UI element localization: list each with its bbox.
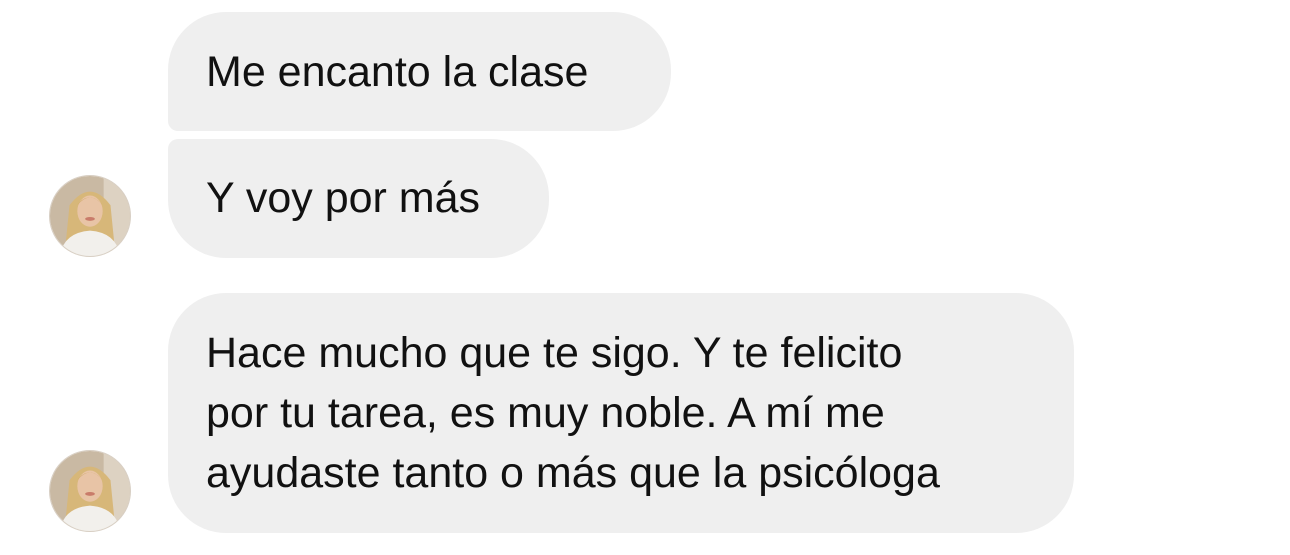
message-text: Y voy por más [206,174,481,222]
avatar-photo-icon [50,176,130,256]
message-bubble-1[interactable]: Me encanto la clase [168,12,671,131]
sender-avatar[interactable] [49,175,131,257]
sender-avatar[interactable] [49,450,131,532]
message-bubble-2[interactable]: Y voy por más [168,139,549,258]
message-text-line-1: Hace mucho que te sigo. Y te felicito [206,329,903,377]
message-bubble-3[interactable]: Hace mucho que te sigo. Y te felicito po… [168,293,1074,533]
avatar-photo-icon [50,451,130,531]
message-text-line-2: por tu tarea, es muy noble. A mí me [206,389,885,437]
message-text-line-3: ayudaste tanto o más que la psicóloga [206,449,940,497]
message-text: Me encanto la clase [206,48,589,96]
